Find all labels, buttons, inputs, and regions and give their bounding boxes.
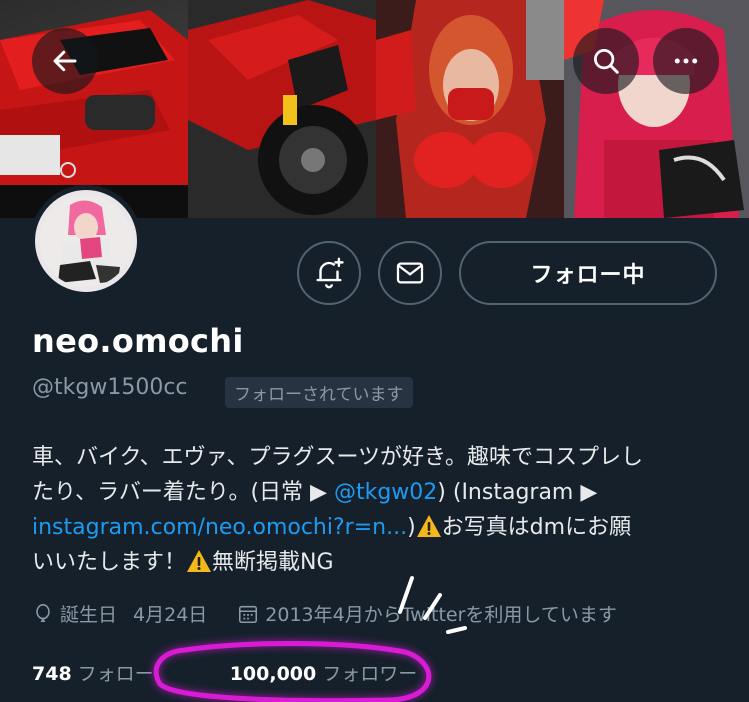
search-icon <box>594 49 619 74</box>
bio-text: いいたします！ <box>32 550 187 575</box>
followers-label: フォロワー <box>322 663 418 685</box>
following-link[interactable]: 748 フォロー <box>32 659 154 686</box>
birthday-value: 4月24日 <box>133 604 208 626</box>
joined-date: 2013年4月からTwitterを利用しています <box>265 604 617 626</box>
display-name: neo.omochi <box>32 322 244 360</box>
followers-count: 100,000 <box>229 663 317 685</box>
avatar[interactable] <box>30 185 142 297</box>
warning-emoji-icon <box>187 550 212 572</box>
profile-meta: 誕生日 4月24日 2013年4月からTwitterを利用しています <box>32 600 617 627</box>
back-button[interactable] <box>32 28 98 94</box>
profile-bio: 車、バイク、エヴァ、プラグスーツが好き。趣味でコスプレし たり、ラバー着たり。(… <box>32 440 722 580</box>
bio-text: お写真はdmにお願 <box>441 515 632 540</box>
banner-photo-plugsuit <box>376 0 564 218</box>
bio-line-2: たり、ラバー着たり。(日常 ▶ @tkgw02) (Instagram ▶ <box>32 475 722 510</box>
bio-text: ) <box>407 515 416 540</box>
more-horizontal-icon <box>674 58 698 64</box>
following-count: 748 <box>32 663 72 685</box>
arrow-left-icon <box>53 50 77 72</box>
warning-emoji-icon <box>416 515 441 537</box>
bell-plus-icon <box>316 257 344 289</box>
header-banner[interactable] <box>0 0 749 218</box>
balloon-icon <box>36 603 50 622</box>
birthday-label: 誕生日 <box>60 604 118 626</box>
message-button[interactable] <box>378 241 442 305</box>
bio-line-1: 車、バイク、エヴァ、プラグスーツが好き。趣味でコスプレし <box>32 445 643 470</box>
bio-text: 無断掲載NG <box>212 550 334 575</box>
user-handle: @tkgw1500cc <box>32 375 188 400</box>
notify-button[interactable] <box>297 241 361 305</box>
mail-icon <box>396 262 424 284</box>
follow-stats: 748 フォロー 100,000 フォロワー <box>32 659 417 686</box>
following-label: フォロー <box>77 663 154 685</box>
banner-photo-motorcycle <box>188 0 376 218</box>
more-button[interactable] <box>653 28 719 94</box>
following-button[interactable]: フォロー中 <box>459 241 717 305</box>
bio-line-4: いいたします！ 無断掲載NG <box>32 545 722 580</box>
profile-screen: フォロー中 neo.omochi @tkgw1500cc フォローされています … <box>0 0 749 702</box>
follows-you-badge: フォローされています <box>225 377 413 408</box>
avatar-photo <box>40 195 132 287</box>
bio-text: ) (Instagram ▶ <box>437 480 598 505</box>
bio-text: たり、ラバー着たり。(日常 ▶ <box>32 480 334 505</box>
calendar-icon <box>239 605 258 623</box>
followers-link[interactable]: 100,000 フォロワー <box>230 659 418 686</box>
instagram-link[interactable]: instagram.com/neo.omochi?r=n... <box>32 515 407 540</box>
mention-link[interactable]: @tkgw02 <box>334 480 437 505</box>
bio-line-3: instagram.com/neo.omochi?r=n...) お写真はdmにお… <box>32 510 722 545</box>
search-button[interactable] <box>573 28 639 94</box>
